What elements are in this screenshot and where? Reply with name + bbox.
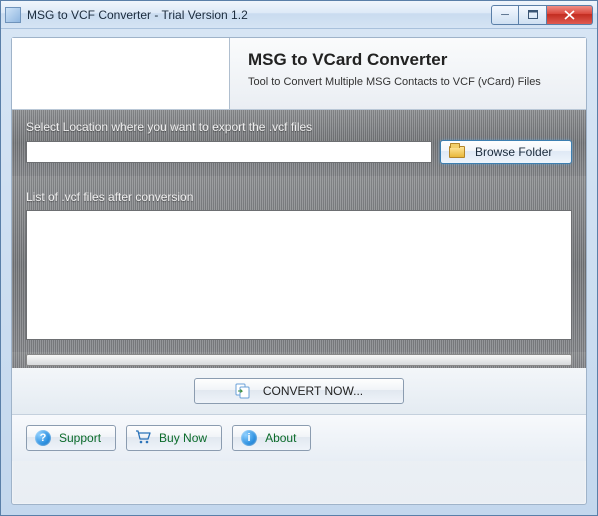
help-icon: ? [35, 430, 51, 446]
app-subtitle: Tool to Convert Multiple MSG Contacts to… [248, 76, 572, 88]
header: MSG to VCard Converter Tool to Convert M… [12, 38, 586, 110]
logo-box [12, 38, 230, 109]
buy-now-label: Buy Now [159, 431, 207, 445]
convert-now-button[interactable]: CONVERT NOW... [194, 378, 404, 404]
window-controls: ─ [491, 5, 593, 25]
list-label: List of .vcf files after conversion [26, 190, 572, 204]
about-button[interactable]: i About [232, 425, 311, 451]
browse-folder-button[interactable]: Browse Folder [440, 140, 572, 164]
info-icon: i [241, 430, 257, 446]
convert-area: CONVERT NOW... [12, 368, 586, 415]
maximize-button[interactable] [519, 5, 547, 25]
convert-now-label: CONVERT NOW... [263, 384, 363, 398]
header-text: MSG to VCard Converter Tool to Convert M… [230, 38, 586, 109]
export-label: Select Location where you want to export… [26, 120, 572, 134]
titlebar[interactable]: MSG to VCF Converter - Trial Version 1.2… [1, 1, 597, 29]
export-panel: Select Location where you want to export… [12, 110, 586, 176]
close-icon [564, 10, 575, 20]
about-label: About [265, 431, 296, 445]
convert-icon [235, 383, 251, 399]
folder-icon [449, 146, 465, 158]
app-window: MSG to VCF Converter - Trial Version 1.2… [0, 0, 598, 516]
bottom-bar: ? Support Buy Now i About [12, 415, 586, 461]
buy-now-button[interactable]: Buy Now [126, 425, 222, 451]
progress-area [12, 352, 586, 368]
client-area: MSG to VCard Converter Tool to Convert M… [11, 37, 587, 505]
cart-icon [135, 430, 151, 447]
list-panel: List of .vcf files after conversion [12, 176, 586, 352]
minimize-button[interactable]: ─ [491, 5, 519, 25]
close-button[interactable] [547, 5, 593, 25]
support-button[interactable]: ? Support [26, 425, 116, 451]
maximize-icon [528, 10, 538, 19]
converted-files-list[interactable] [26, 210, 572, 340]
app-icon [5, 7, 21, 23]
browse-folder-label: Browse Folder [475, 145, 552, 159]
export-path-input[interactable] [26, 141, 432, 163]
support-label: Support [59, 431, 101, 445]
progress-bar [26, 354, 572, 366]
window-title: MSG to VCF Converter - Trial Version 1.2 [27, 8, 491, 22]
app-title: MSG to VCard Converter [248, 50, 572, 70]
